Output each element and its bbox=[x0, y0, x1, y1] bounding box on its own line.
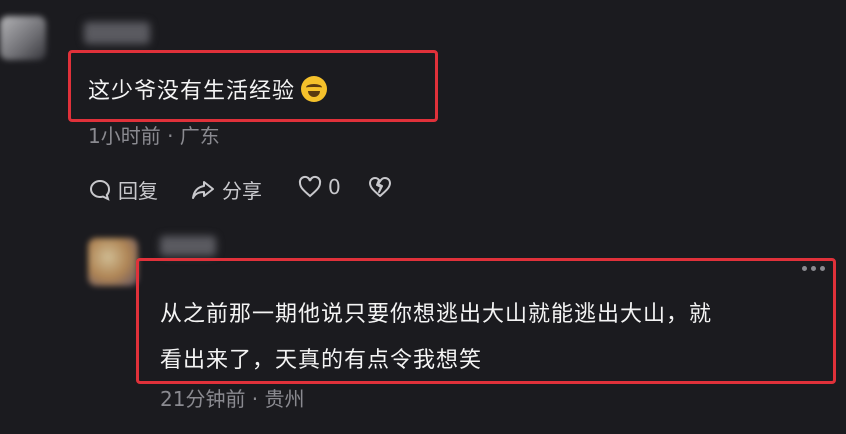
laughing-crying-emoji-icon bbox=[301, 76, 328, 102]
reply-button[interactable]: 回复 bbox=[88, 175, 158, 204]
reply-label: 回复 bbox=[118, 179, 158, 203]
heart-icon bbox=[298, 175, 322, 198]
comment-text-line-2: 看出来了，天真的有点令我想笑 bbox=[160, 348, 483, 373]
comment-meta: 21分钟前 · 贵州 bbox=[160, 387, 305, 411]
comment-text-content: 这少爷没有生活经验 bbox=[88, 79, 296, 104]
username-blurred[interactable] bbox=[84, 22, 150, 44]
comment-meta: 1小时前 · 广东 bbox=[88, 124, 220, 148]
share-arrow-icon bbox=[192, 180, 214, 199]
like-button[interactable]: 0 bbox=[298, 175, 341, 199]
avatar[interactable] bbox=[0, 16, 46, 60]
comment-thread: 这少爷没有生活经验 1小时前 · 广东 回复 分享 0 从之前那一期他说只要你想… bbox=[0, 0, 846, 434]
avatar[interactable] bbox=[88, 238, 138, 286]
like-count: 0 bbox=[328, 175, 341, 199]
dislike-button[interactable] bbox=[368, 175, 392, 199]
share-button[interactable]: 分享 bbox=[190, 175, 262, 204]
comment-text: 这少爷没有生活经验 bbox=[88, 73, 328, 105]
comment-text-line-1: 从之前那一期他说只要你想逃出大山就能逃出大山，就 bbox=[160, 302, 713, 327]
share-label: 分享 bbox=[222, 179, 262, 203]
username-blurred[interactable] bbox=[160, 236, 216, 256]
comment-bubble-icon bbox=[90, 179, 110, 201]
broken-heart-icon bbox=[369, 177, 391, 197]
